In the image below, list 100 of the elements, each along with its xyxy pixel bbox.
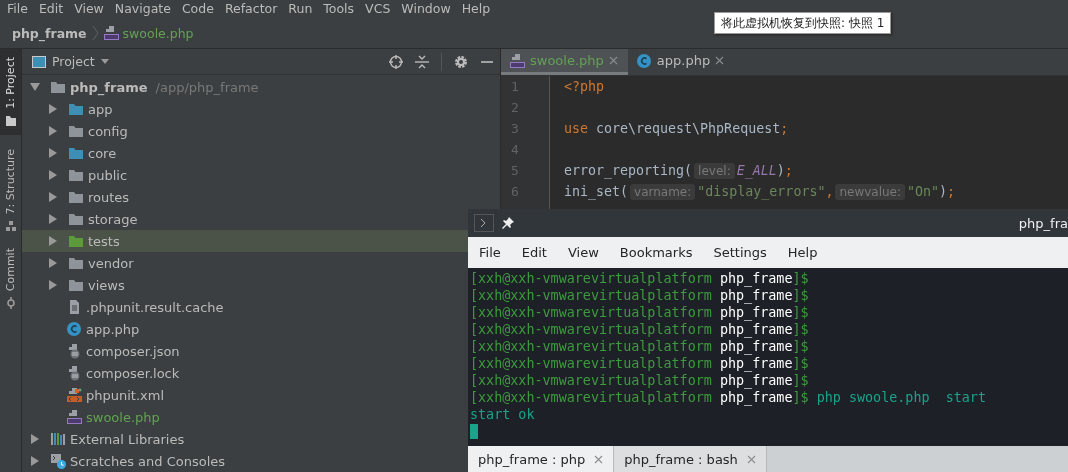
collapsed-arrow-icon[interactable]	[48, 170, 58, 180]
tree-item[interactable]: public	[88, 167, 128, 183]
collapsed-arrow-icon[interactable]	[48, 126, 58, 136]
terminal-line: [xxh@xxh-vmwarevirtualplatform php_frame]$ php swoole.php start	[470, 389, 987, 406]
parameter-hint: level:	[694, 162, 735, 179]
editor-tab[interactable]: app.php	[627, 49, 735, 75]
tool-window-tab[interactable]: 1: Project	[0, 49, 21, 135]
tree-item[interactable]: core	[88, 145, 117, 161]
folder-icon	[68, 234, 84, 248]
menu-item[interactable]: File	[5, 0, 33, 18]
collapse-icon[interactable]	[415, 54, 429, 69]
expanded-arrow-icon[interactable]	[30, 82, 40, 92]
php-file-icon	[66, 409, 82, 425]
tree-item[interactable]: app.php	[86, 321, 140, 337]
collapsed-arrow-icon[interactable]	[48, 192, 58, 202]
class-file-icon	[635, 52, 652, 69]
scratches-icon	[50, 453, 66, 469]
terminal-line: [xxh@xxh-vmwarevirtualplatform php_frame]$	[470, 270, 810, 287]
terminal-tab[interactable]: php_frame : bash	[614, 446, 767, 472]
menu-item[interactable]: Bookmarks	[619, 245, 693, 260]
tree-item[interactable]: php_frame	[70, 79, 148, 95]
pin-icon[interactable]	[502, 217, 514, 229]
tree-item[interactable]: vendor	[88, 255, 134, 271]
menu-item[interactable]: Help	[787, 245, 818, 260]
path-label: /app/php_frame	[155, 79, 259, 95]
menu-item[interactable]: View	[72, 0, 109, 18]
tree-item[interactable]: .phpunit.result.cache	[86, 299, 224, 315]
terminal-tab[interactable]: php_frame : php	[468, 446, 615, 472]
menu-item[interactable]: Edit	[521, 245, 547, 260]
tree-item[interactable]: views	[88, 277, 125, 293]
tree-item[interactable]: External Libraries	[70, 431, 185, 447]
close-icon[interactable]	[608, 56, 618, 65]
tree-item[interactable]: composer.lock	[86, 365, 180, 381]
breadcrumb-item[interactable]: php_frame	[12, 25, 87, 41]
menu-item[interactable]: Edit	[36, 0, 69, 18]
code-text: error_reporting(	[564, 163, 693, 178]
folder-icon	[4, 114, 17, 127]
tree-item[interactable]: Scratches and Consoles	[70, 453, 226, 469]
folder-icon	[68, 278, 84, 292]
php-file-icon	[509, 52, 525, 69]
terminal-line: [xxh@xxh-vmwarevirtualplatform php_frame]$	[470, 304, 810, 321]
folder-icon	[68, 102, 84, 116]
window-title: php_fra	[1018, 215, 1068, 231]
collapsed-arrow-icon[interactable]	[30, 434, 40, 444]
tree-item[interactable]: routes	[88, 189, 130, 205]
tool-window-tab[interactable]: Commit	[0, 240, 21, 318]
collapsed-arrow-icon[interactable]	[48, 258, 58, 268]
tree-item[interactable]: composer.json	[86, 343, 180, 359]
terminal-icon	[474, 214, 494, 232]
commit-icon	[4, 297, 17, 310]
breadcrumb-item[interactable]: swoole.php	[122, 25, 194, 41]
terminal-line: [xxh@xxh-vmwarevirtualplatform php_frame]$	[470, 355, 810, 372]
tool-window-tab[interactable]: 7: Structure	[0, 140, 21, 241]
folder-icon	[68, 146, 84, 160]
tree-item[interactable]: phpunit.xml	[86, 387, 165, 403]
close-icon[interactable]	[594, 454, 604, 464]
collapsed-arrow-icon[interactable]	[48, 148, 58, 158]
menu-item[interactable]: Refactor	[222, 0, 283, 18]
folder-icon	[68, 212, 84, 226]
view-selector[interactable]: Project	[32, 54, 109, 69]
settings-icon[interactable]	[454, 54, 468, 69]
menu-item[interactable]: Code	[179, 0, 219, 18]
folder-icon	[50, 80, 66, 94]
text-cursor	[470, 424, 478, 439]
selected-row-highlight[interactable]: tests	[22, 230, 468, 252]
folder-icon	[68, 256, 84, 270]
collapsed-arrow-icon[interactable]	[48, 236, 58, 246]
tree-item[interactable]: config	[88, 123, 128, 139]
code-text: ;	[784, 163, 793, 178]
code-text: use	[564, 121, 589, 136]
menu-item[interactable]: Settings	[713, 245, 767, 260]
menu-item[interactable]: View	[567, 245, 599, 260]
collapsed-arrow-icon[interactable]	[48, 104, 58, 114]
tooltip: 将此虚拟机恢复到快照: 快照 1	[714, 12, 892, 34]
menu-item[interactable]: Help	[459, 0, 496, 18]
menu-item[interactable]: File	[479, 245, 501, 260]
close-icon[interactable]	[746, 454, 756, 464]
collapsed-arrow-icon[interactable]	[30, 456, 40, 466]
code-text: "display_errors"	[697, 184, 826, 199]
code-text: <?php	[564, 79, 605, 94]
composer-file-icon	[66, 343, 82, 359]
tree-item[interactable]: app	[88, 101, 113, 117]
tree-item[interactable]: storage	[88, 211, 138, 227]
code-text: ini_set(	[564, 184, 629, 199]
terminal-line: [xxh@xxh-vmwarevirtualplatform php_frame]$	[470, 321, 810, 338]
class-file-icon	[66, 321, 82, 337]
close-icon[interactable]	[715, 56, 725, 65]
folder-icon	[68, 168, 84, 182]
menu-item[interactable]: Run	[286, 0, 318, 18]
menu-item[interactable]: Tools	[321, 0, 360, 18]
menu-item[interactable]: Navigate	[112, 0, 176, 18]
collapsed-arrow-icon[interactable]	[48, 280, 58, 290]
collapsed-arrow-icon[interactable]	[48, 214, 58, 224]
terminal-line: [xxh@xxh-vmwarevirtualplatform php_frame]$	[470, 372, 810, 389]
tree-item[interactable]: swoole.php	[86, 409, 160, 425]
menu-item[interactable]: Window	[399, 0, 456, 18]
menu-item[interactable]: VCS	[363, 0, 396, 18]
folder-icon	[68, 124, 84, 138]
tree-item[interactable]: tests	[88, 233, 120, 249]
crosshair-icon[interactable]	[389, 54, 403, 69]
